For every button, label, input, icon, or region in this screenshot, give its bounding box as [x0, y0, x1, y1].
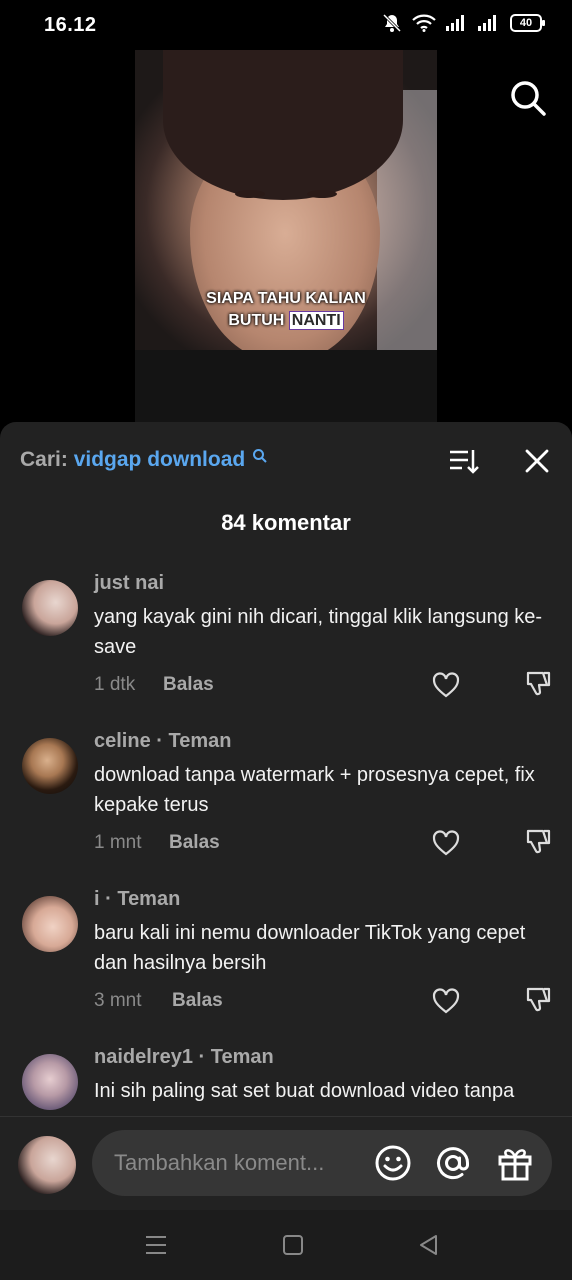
reply-button[interactable]: Balas: [169, 832, 220, 854]
comment-text: download tanpa watermark + prosesnya cep…: [94, 764, 535, 816]
dislike-icon[interactable]: [524, 986, 552, 1014]
video-caption: SIAPA TAHU KALIAN BUTUH NANTI: [135, 288, 437, 332]
comment-username[interactable]: celine · Teman: [94, 730, 231, 753]
reply-button[interactable]: Balas: [172, 990, 223, 1012]
video-player[interactable]: SIAPA TAHU KALIAN BUTUH NANTI: [135, 50, 437, 430]
video-shirt: [135, 350, 437, 430]
caption-text: BUTUH: [228, 312, 289, 329]
comment-search-suggestion[interactable]: Cari: vidgap download: [20, 448, 268, 472]
comment-text: Ini sih paling sat set buat download vid…: [94, 1080, 515, 1102]
search-icon: [253, 449, 267, 463]
search-icon[interactable]: [508, 78, 548, 118]
comment-username[interactable]: i · Teman: [94, 888, 180, 911]
avatar[interactable]: [18, 1136, 76, 1194]
status-bar: 16.12 40: [0, 0, 572, 50]
search-prefix: Cari:: [20, 448, 68, 471]
video-hair: [163, 50, 403, 200]
comment-compose-bar: [0, 1122, 572, 1202]
gift-icon[interactable]: [496, 1144, 534, 1182]
back-nav-icon[interactable]: [416, 1232, 442, 1258]
wifi-icon: [412, 14, 436, 32]
battery-indicator: 40: [510, 14, 545, 32]
status-time: 16.12: [44, 14, 97, 36]
heart-icon[interactable]: [432, 830, 460, 856]
comment-input[interactable]: [114, 1150, 364, 1176]
mute-bell-icon: [382, 13, 402, 33]
divider: [0, 1116, 572, 1117]
avatar[interactable]: [22, 896, 78, 952]
comment-item: i · Teman baru kali ini nemu downloader …: [0, 878, 572, 1036]
avatar[interactable]: [22, 1054, 78, 1110]
status-icons: 40: [382, 13, 545, 33]
close-icon[interactable]: [524, 448, 550, 474]
signal-icon: [478, 15, 496, 31]
signal-icon: [446, 15, 464, 31]
comment-text: baru kali ini nemu downloader TikTok yan…: [94, 922, 526, 974]
mention-icon[interactable]: [434, 1144, 472, 1182]
video-eye: [235, 190, 265, 198]
emoji-icon[interactable]: [374, 1144, 412, 1182]
comment-item: naidelrey1 · Teman Ini sih paling sat se…: [0, 1036, 572, 1114]
comment-time: 1 mnt: [94, 832, 142, 853]
caption-highlight: NANTI: [288, 311, 344, 330]
heart-icon[interactable]: [432, 672, 460, 698]
home-nav-icon[interactable]: [280, 1232, 306, 1258]
comment-username[interactable]: naidelrey1 · Teman: [94, 1046, 274, 1069]
heart-icon[interactable]: [432, 988, 460, 1014]
comment-input-container[interactable]: [92, 1130, 552, 1196]
comment-username[interactable]: just nai: [94, 572, 164, 595]
comment-item: celine · Teman download tanpa watermark …: [0, 720, 572, 878]
caption-line-1: SIAPA TAHU KALIAN: [206, 290, 366, 307]
sort-icon[interactable]: [448, 446, 480, 476]
comment-time: 1 dtk: [94, 674, 136, 695]
avatar[interactable]: [22, 580, 78, 636]
menu-nav-icon[interactable]: [143, 1232, 169, 1258]
dislike-icon[interactable]: [524, 670, 552, 698]
comment-time: 3 mnt: [94, 990, 142, 1011]
caption-line-2: BUTUH NANTI: [135, 310, 437, 332]
avatar[interactable]: [22, 738, 78, 794]
reply-button[interactable]: Balas: [163, 674, 214, 696]
comment-text: yang kayak gini nih dicari, tinggal klik…: [94, 606, 543, 658]
comment-item: just nai yang kayak gini nih dicari, tin…: [0, 562, 572, 720]
comments-count-title: 84 komentar: [221, 510, 351, 535]
dislike-icon[interactable]: [524, 828, 552, 856]
comments-sheet: Cari: vidgap download 84 komentar just n…: [0, 422, 572, 1280]
video-eye: [307, 190, 337, 198]
comment-list[interactable]: just nai yang kayak gini nih dicari, tin…: [0, 562, 572, 1114]
system-nav-bar: [0, 1210, 572, 1280]
search-query-link[interactable]: vidgap download: [74, 448, 246, 471]
